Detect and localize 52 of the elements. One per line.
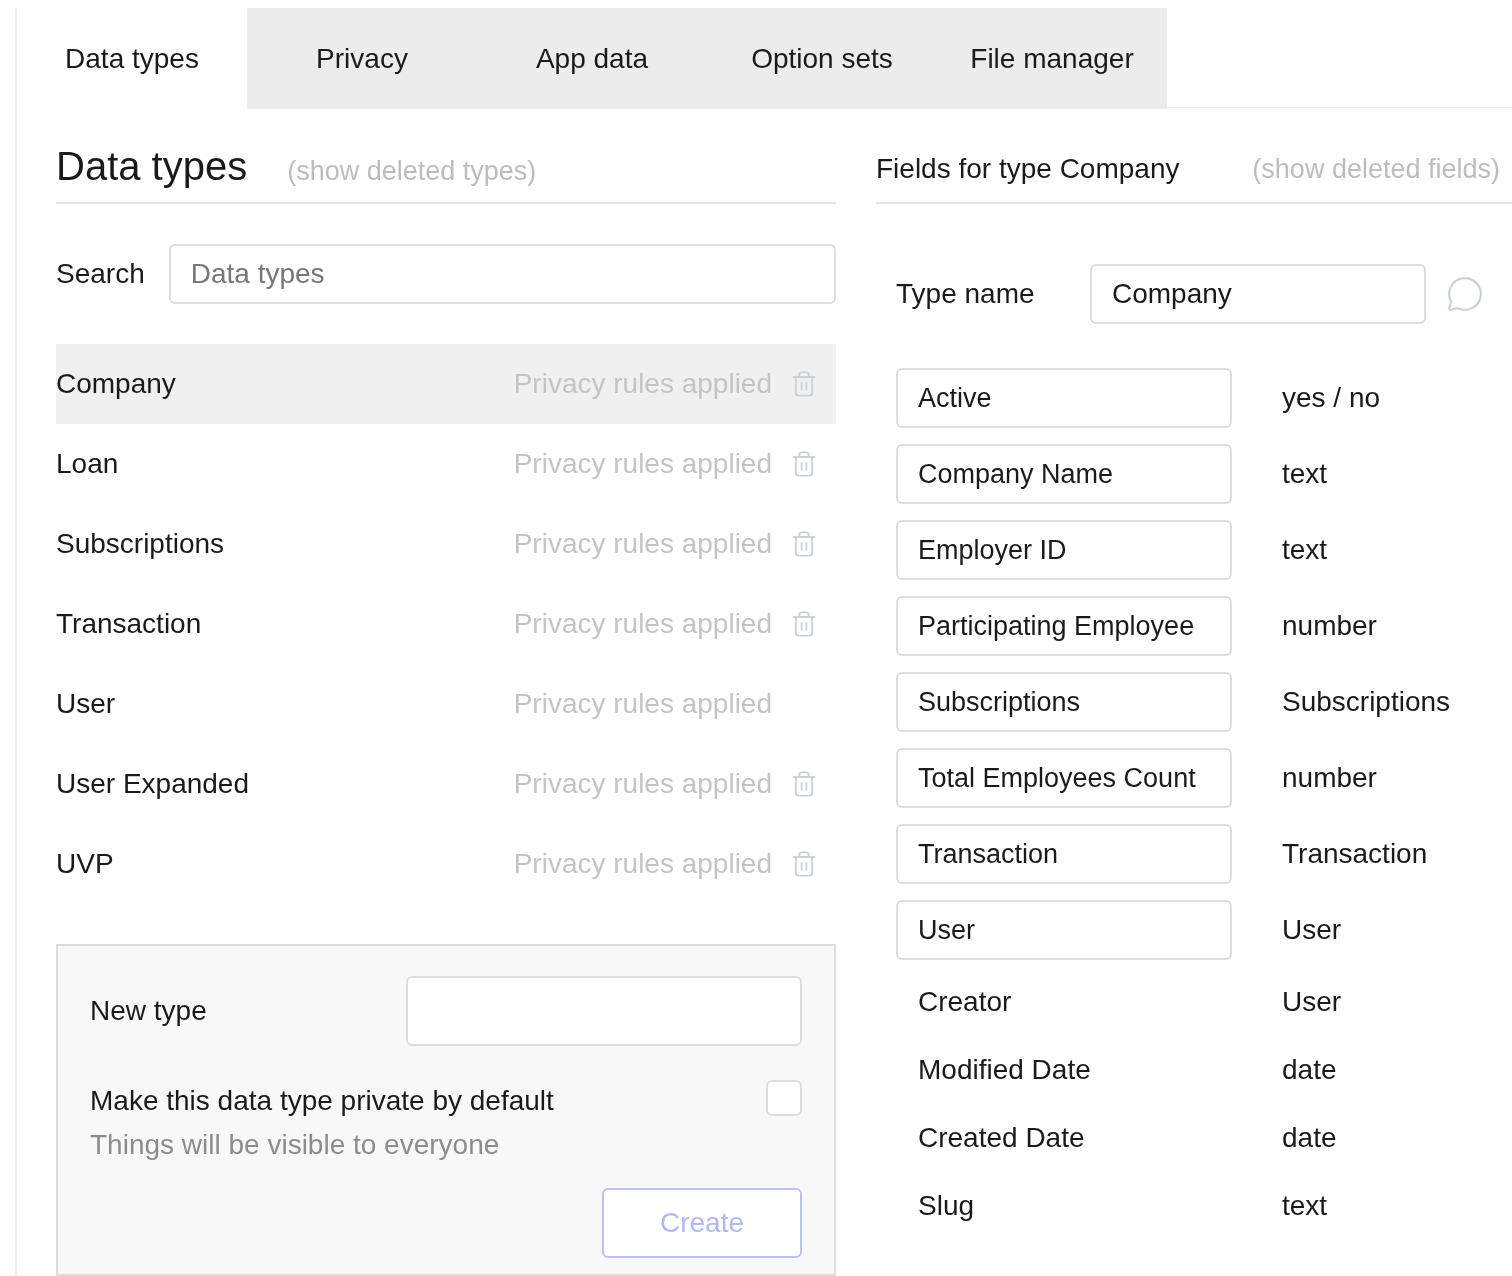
private-default-label: Make this data type private by default [90,1084,555,1118]
field-name-input[interactable]: User [896,900,1232,960]
tab[interactable]: Privacy [247,8,477,109]
field-type: text [1282,533,1328,567]
field-type: date [1282,1053,1337,1087]
comment-icon[interactable] [1446,275,1484,313]
private-checkbox[interactable] [766,1080,802,1116]
privacy-status: Privacy rules applied [513,687,772,721]
field-name-input[interactable]: Company Name [896,444,1232,504]
field-name-input[interactable]: Active [896,368,1232,428]
field-type: Transaction [1282,837,1428,871]
field-name: Created Date [918,1122,1085,1153]
privacy-status: Privacy rules applied [513,447,772,481]
search-label: Search [56,257,145,291]
field-name-input[interactable]: Transaction [896,824,1232,884]
section-title: Data types [56,143,248,190]
privacy-status: Privacy rules applied [513,527,772,561]
field-name: Creator [918,986,1012,1017]
privacy-status: Privacy rules applied [513,767,772,801]
trash-icon[interactable] [790,850,818,878]
fields-title: Fields for type Company [876,152,1180,186]
trash-icon[interactable] [790,370,818,398]
field-type: Subscriptions [1282,685,1451,719]
field-type: text [1282,457,1328,491]
trash-icon[interactable] [790,610,818,638]
field-type: date [1282,1121,1337,1155]
field-name: Slug [918,1190,975,1221]
field-type: yes / no [1282,381,1381,415]
field-name-input[interactable]: Employer ID [896,520,1232,580]
tab[interactable]: Option sets [707,8,937,109]
tab[interactable]: File manager [937,8,1167,109]
field-name-input[interactable]: Participating Employee [896,596,1232,656]
trash-icon[interactable] [790,770,818,798]
new-type-field[interactable] [406,976,802,1046]
type-name-label: Type name [896,277,1036,311]
privacy-status: Privacy rules applied [513,607,772,641]
visibility-hint: Things will be visible to everyone [90,1128,501,1162]
search-field[interactable]: Data types [168,244,836,304]
field-name-input[interactable]: Subscriptions [896,672,1232,732]
new-type-label: New type [90,994,208,1028]
trash-icon[interactable] [790,450,818,478]
field-type: text [1282,1189,1328,1223]
tab[interactable]: App data [477,8,707,109]
field-name: Modified Date [918,1054,1091,1085]
field-type: number [1282,609,1377,643]
trash-icon[interactable] [790,530,818,558]
privacy-status: Privacy rules applied [513,847,772,881]
type-name-field[interactable]: Company [1090,264,1426,324]
field-name-input[interactable]: Total Employees Count [896,748,1232,808]
field-type: number [1282,761,1377,795]
field-type: User [1282,913,1342,947]
field-type: User [1282,985,1342,1019]
